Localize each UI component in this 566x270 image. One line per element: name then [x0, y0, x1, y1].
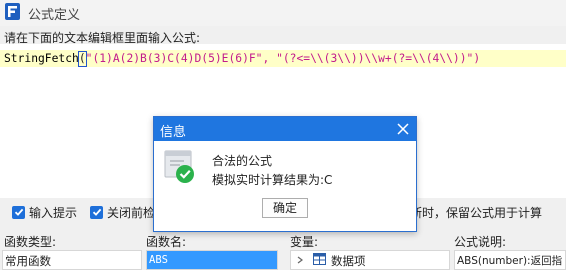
formula-arguments: "(1)A(2)B(3)C(4)D(5)E(6)F", "(?<=\\(3\\)… [85, 52, 481, 65]
function-name-header: 函数名: [146, 235, 187, 249]
description-box: ABS(number):返回指 [454, 250, 566, 270]
description-text: ABS(number):返回指 [457, 255, 563, 267]
info-dialog: 信息 合法的公式 模拟实时计算结果为:C 确定 [153, 116, 417, 232]
description-header: 公式说明: [454, 235, 507, 249]
dialog-titlebar: 信息 [154, 117, 416, 141]
formula-function-name: StringFetch [4, 52, 79, 65]
dialog-result: 模拟实时计算结果为:C [212, 173, 333, 187]
variable-item[interactable]: 数据项 [331, 253, 366, 269]
input-hint-checkbox[interactable] [12, 205, 25, 219]
checkmark-icon [14, 208, 23, 216]
function-name-list[interactable]: ABS [146, 250, 278, 270]
function-type-item[interactable]: 常用函数 [5, 253, 51, 269]
current-line-highlight: StringFetch("(1)A(2)B(3)C(4)D(5)E(6)F", … [0, 50, 566, 67]
keep-formula-label: 断时，保留公式用于计算 [410, 205, 543, 220]
window-titlebar: 公式定义 [0, 0, 566, 26]
variable-tree[interactable]: 数据项 [290, 250, 450, 270]
formula-open-paren: ( [77, 51, 87, 67]
function-name-item[interactable]: ABS [147, 251, 277, 269]
dialog-title: 信息 [160, 125, 187, 140]
ok-button[interactable]: 确定 [262, 198, 308, 218]
dialog-message: 合法的公式 [212, 154, 273, 168]
checkmark-icon [92, 208, 101, 216]
close-preview-label: 关闭前检 [107, 205, 156, 220]
input-hint-option[interactable]: 输入提示 [12, 204, 77, 220]
function-type-header: 函数类型: [4, 235, 57, 249]
formula-text[interactable]: StringFetch("(1)A(2)B(3)C(4)D(5)E(6)F", … [4, 50, 480, 67]
success-icon [164, 150, 194, 183]
keep-formula-option: 断时，保留公式用于计算 [410, 204, 542, 220]
app-logo-icon [5, 3, 20, 20]
variable-header: 变量: [290, 235, 319, 249]
window-title: 公式定义 [28, 8, 81, 23]
function-type-list[interactable]: 常用函数 [2, 250, 142, 270]
close-preview-option[interactable]: 关闭前检 [90, 204, 155, 220]
tree-expander-icon[interactable] [295, 255, 305, 265]
input-hint-label: 输入提示 [29, 205, 78, 220]
close-preview-checkbox[interactable] [90, 205, 103, 219]
data-table-icon [313, 253, 326, 265]
close-icon[interactable] [395, 121, 411, 137]
